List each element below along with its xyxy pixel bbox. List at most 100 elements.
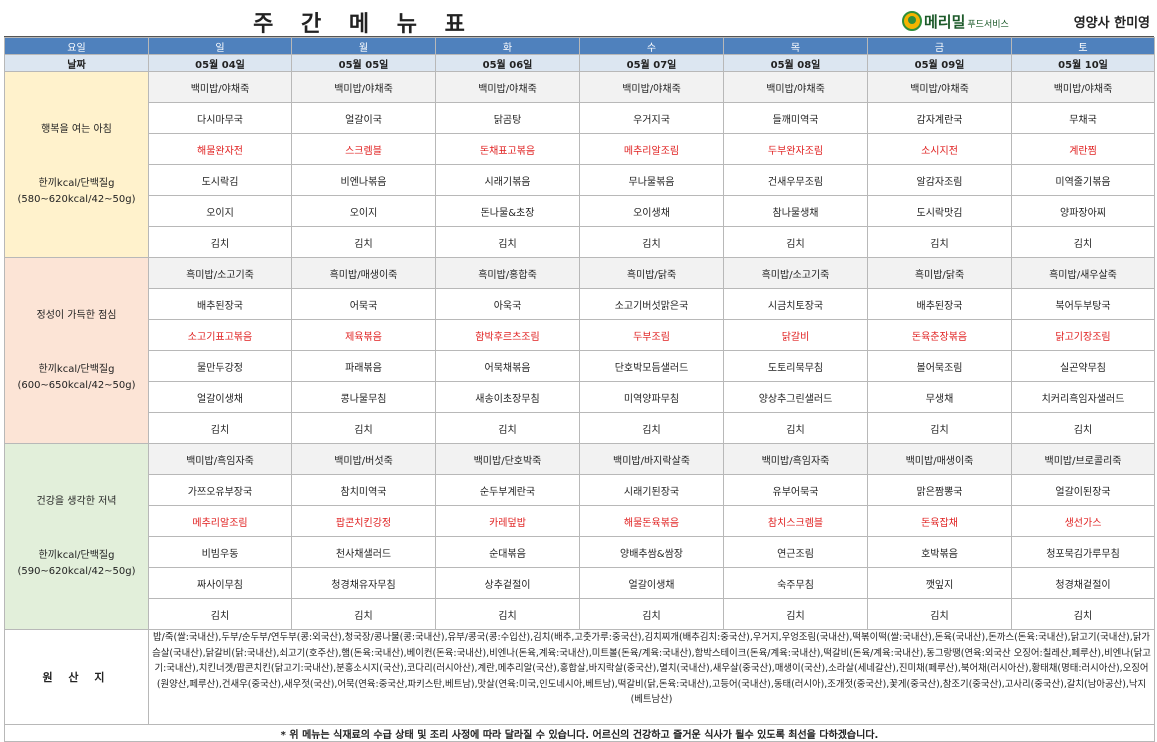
meal-range: (590~620kcal/42~50g) — [17, 565, 136, 577]
table-row: 배추된장국 어묵국 아욱국 소고기버섯맑은국 시금치토장국 배추된장국 북어두부탕국 — [5, 288, 1155, 320]
menu-item: 도토리묵무침 — [723, 350, 868, 382]
origin-row: 원 산 지 밥/죽(쌀:국내산),두부/순두부/연두부(콩:외국산),청국장/콩나… — [4, 629, 1155, 725]
menu-item: 백미밥/야채죽 — [1011, 71, 1155, 103]
menu-item: 닭갈비 — [723, 319, 868, 351]
table-row: 비빔우동 천사채샐러드 순대볶음 양배추쌈&쌈장 연근조림 호박볶음 청포묵김가루무침 — [5, 536, 1155, 568]
menu-item: 김치 — [435, 412, 580, 444]
date-row: 날짜 05월 04일 05월 05일 05월 06일 05월 07일 05월 08일 05… — [4, 54, 1155, 72]
menu-item: 김치 — [1011, 226, 1155, 258]
menu-item: 미역양파무침 — [579, 381, 724, 413]
menu-item: 참치스크렘블 — [723, 505, 868, 537]
table-row: 짜사이무침 청경채유자무침 상추겉절이 얼갈이생채 숙주무침 깻잎지 청경채겉절이 — [5, 567, 1155, 599]
menu-item: 김치 — [867, 598, 1012, 630]
menu-item: 백미밥/바지락살죽 — [579, 443, 724, 475]
menu-item: 두부조림 — [579, 319, 724, 351]
menu-item: 얼갈이생채 — [148, 381, 292, 413]
menu-item: 김치 — [723, 598, 868, 630]
menu-item: 청포묵김가루무침 — [1011, 536, 1155, 568]
menu-item: 순두부계란국 — [435, 474, 580, 506]
menu-item: 물만두강정 — [148, 350, 292, 382]
menu-item: 메추리알조림 — [579, 133, 724, 165]
lunch-label: 정성이 가득한 점심 한끼kcal/단백질g (600~650kcal/42~50g… — [4, 257, 149, 444]
menu-item: 시래기볶음 — [435, 164, 580, 196]
table-row: 가쯔오유부장국 참치미역국 순두부계란국 시래기된장국 유부어묵국 맑은짬뽕국 얼갈이된장국 — [5, 474, 1155, 506]
menu-item: 얼갈이생채 — [579, 567, 724, 599]
origin-text: 밥/죽(쌀:국내산),두부/순두부/연두부(콩:외국산),청국장/콩나물(콩:국… — [148, 629, 1155, 725]
menu-item: 소시지전 — [867, 133, 1012, 165]
menu-item: 백미밥/야채죽 — [867, 71, 1012, 103]
day-6: 토 — [1011, 37, 1155, 55]
company-logo: 메리밀 푸드서비스 — [902, 10, 1009, 32]
menu-item: 김치 — [148, 598, 292, 630]
menu-item: 두부완자조림 — [723, 133, 868, 165]
menu-item: 김치 — [435, 598, 580, 630]
logo-icon — [902, 11, 922, 31]
menu-item: 해물완자전 — [148, 133, 292, 165]
menu-item: 김치 — [1011, 598, 1155, 630]
menu-item: 짜사이무침 — [148, 567, 292, 599]
table-row: 얼갈이생채 콩나물무침 새송이초장무침 미역양파무침 양상추그린샐러드 무생채 치커리흑임자… — [5, 381, 1155, 413]
menu-item: 북어두부탕국 — [1011, 288, 1155, 320]
menu-item: 우거지국 — [579, 102, 724, 134]
date-2: 05월 06일 — [435, 54, 580, 72]
menu-item: 흑미밥/새우살죽 — [1011, 257, 1155, 289]
menu-item: 얼갈이국 — [291, 102, 436, 134]
menu-item: 김치 — [867, 412, 1012, 444]
menu-item: 비빔우동 — [148, 536, 292, 568]
menu-item: 볼어묵조림 — [867, 350, 1012, 382]
menu-item: 김치 — [723, 412, 868, 444]
menu-item: 닭고기장조림 — [1011, 319, 1155, 351]
table-row: 오이지 오이지 돈나물&초장 오이생채 참나물생채 도시락맛김 양파장아찌 — [5, 195, 1155, 227]
title-bar: 주 간 메 뉴 표 메리밀 푸드서비스 영양사 한미영 — [4, 4, 1154, 37]
menu-item: 어묵채볶음 — [435, 350, 580, 382]
meal-kcal: 한끼kcal/단백질g — [38, 549, 115, 561]
menu-item: 양배추쌈&쌈장 — [579, 536, 724, 568]
meal-kcal: 한끼kcal/단백질g — [38, 177, 115, 189]
menu-item: 콩나물무침 — [291, 381, 436, 413]
table-row: 소고기표고볶음 제육볶음 함박후르츠조림 두부조림 닭갈비 돈육춘장볶음 닭고기장조림 — [5, 319, 1155, 351]
day-1: 월 — [291, 37, 436, 55]
menu-item: 깻잎지 — [867, 567, 1012, 599]
menu-item: 계란찜 — [1011, 133, 1155, 165]
menu-item: 숙주무침 — [723, 567, 868, 599]
menu-item: 얼갈이된장국 — [1011, 474, 1155, 506]
menu-item: 소고기버섯맑은국 — [579, 288, 724, 320]
menu-item: 김치 — [579, 226, 724, 258]
weekly-menu-table: 요일 일월화수목금토 날짜 05월 04일 05월 05일 05월 06일 05월 0… — [4, 37, 1155, 742]
table-row: 다시마무국 얼갈이국 닭곰탕 우거지국 들깨미역국 감자계란국 무채국 — [5, 102, 1155, 134]
menu-sheet: 주 간 메 뉴 표 메리밀 푸드서비스 영양사 한미영 요일 일월화수목금토 날… — [4, 4, 1155, 742]
menu-item: 백미밥/매생이죽 — [867, 443, 1012, 475]
menu-item: 돈육춘장볶음 — [867, 319, 1012, 351]
day-label: 요일 — [4, 37, 149, 55]
menu-item: 제육볶음 — [291, 319, 436, 351]
day-header-row: 요일 일월화수목금토 — [4, 37, 1155, 55]
footnote-row: * 위 메뉴는 식재료의 수급 상태 및 조리 사정에 따라 달라질 수 있습니… — [4, 724, 1155, 742]
table-row: 행복을 여는 아침 한끼kcal/단백질g (580~620kcal/42~50g)… — [4, 71, 1155, 258]
menu-item: 흑미밥/소고기죽 — [723, 257, 868, 289]
menu-item: 알감자조림 — [867, 164, 1012, 196]
breakfast-label: 행복을 여는 아침 한끼kcal/단백질g (580~620kcal/42~50g) — [4, 71, 149, 258]
menu-item: 감자계란국 — [867, 102, 1012, 134]
table-row: 물만두강정 파래볶음 어묵채볶음 단호박모듬샐러드 도토리묵무침 볼어묵조림 실곤약무침 — [5, 350, 1155, 382]
menu-item: 들깨미역국 — [723, 102, 868, 134]
menu-item: 소고기표고볶음 — [148, 319, 292, 351]
menu-item: 흑미밥/닭죽 — [579, 257, 724, 289]
meal-title: 건강을 생각한 저녁 — [36, 495, 117, 507]
table-row: 김치 김치 김치 김치 김치 김치 김치 — [5, 412, 1155, 444]
meal-kcal: 한끼kcal/단백질g — [38, 363, 115, 375]
menu-item: 무채국 — [1011, 102, 1155, 134]
origin-label: 원 산 지 — [4, 629, 149, 725]
menu-item: 다시마무국 — [148, 102, 292, 134]
menu-item: 무생채 — [867, 381, 1012, 413]
table-row: 해물완자전 스크렘블 돈채표고볶음 메추리알조림 두부완자조림 소시지전 계란찜 — [5, 133, 1155, 165]
date-3: 05월 07일 — [579, 54, 724, 72]
menu-item: 백미밥/흑임자죽 — [723, 443, 868, 475]
menu-item: 양상추그린샐러드 — [723, 381, 868, 413]
meal-title: 정성이 가득한 점심 — [36, 309, 117, 321]
menu-item: 김치 — [435, 226, 580, 258]
menu-item: 김치 — [148, 226, 292, 258]
footnote: * 위 메뉴는 식재료의 수급 상태 및 조리 사정에 따라 달라질 수 있습니… — [4, 724, 1155, 742]
menu-item: 백미밥/야채죽 — [723, 71, 868, 103]
menu-item: 김치 — [291, 412, 436, 444]
